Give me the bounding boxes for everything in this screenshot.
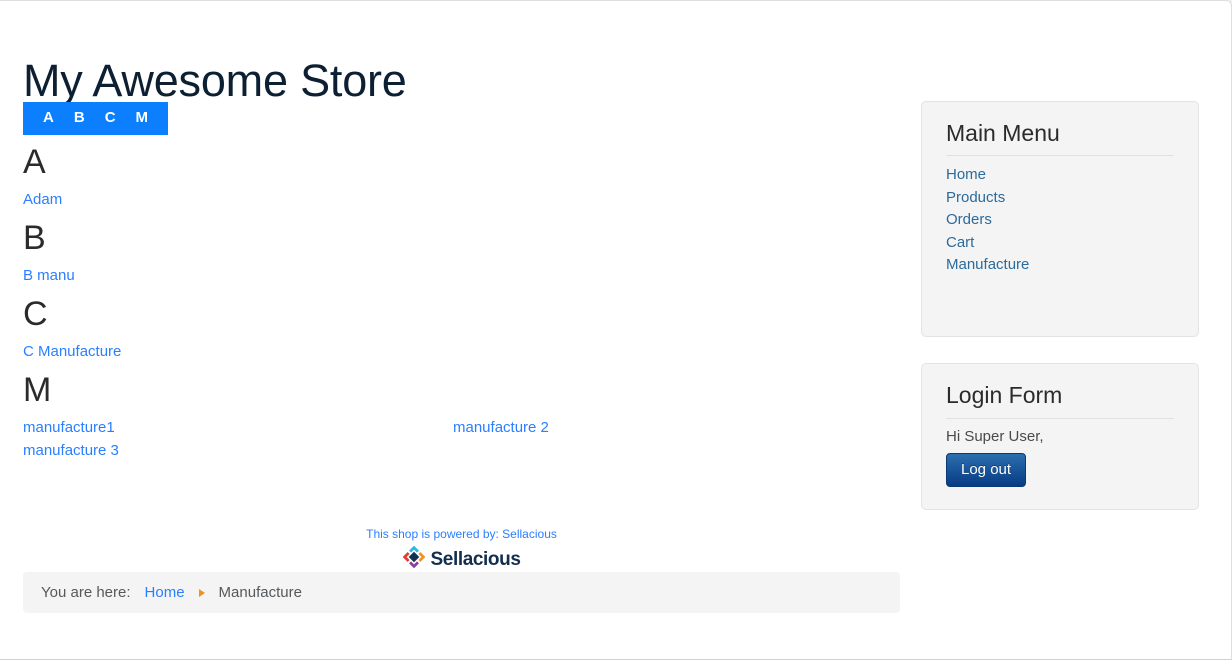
breadcrumb: You are here: Home Manufacture bbox=[23, 572, 900, 613]
manufacturer-row: C Manufacture bbox=[23, 335, 883, 369]
manufacturer-link[interactable]: manufacture 2 bbox=[453, 419, 549, 436]
main-menu-list: Home Products Orders Cart Manufacture bbox=[946, 164, 1174, 277]
sidebar: Main Menu Home Products Orders Cart Manufact… bbox=[921, 101, 1199, 536]
manufacturer-link[interactable]: B manu bbox=[23, 267, 75, 284]
manufacturer-link[interactable]: manufacture 3 bbox=[23, 442, 119, 459]
manufacturer-cell: manufacture 3 bbox=[23, 439, 453, 462]
manufacturer-cell: Adam bbox=[23, 188, 453, 211]
manufacturer-cell: manufacture 2 bbox=[453, 416, 883, 439]
alpha-link-m[interactable]: M bbox=[126, 108, 159, 128]
module-login-form: Login Form Hi Super User, Log out bbox=[921, 363, 1199, 510]
letter-heading: M bbox=[23, 371, 52, 409]
main-menu-link-cart[interactable]: Cart bbox=[946, 232, 1174, 255]
main-menu-link-products[interactable]: Products bbox=[946, 187, 1174, 210]
main-menu-item: Products bbox=[946, 187, 1174, 210]
manufacturer-cell: B manu bbox=[23, 264, 453, 287]
main-menu-item: Home bbox=[946, 164, 1174, 187]
breadcrumb-separator-icon bbox=[198, 588, 205, 597]
main-menu-item: Manufacture bbox=[946, 254, 1174, 277]
manufacturer-cell: C Manufacture bbox=[23, 340, 453, 363]
user-greeting: Hi Super User, bbox=[946, 427, 1044, 445]
manufacturer-cell: manufacture1 bbox=[23, 416, 453, 439]
manufacturer-row: Adam bbox=[23, 183, 883, 217]
main-menu-link-orders[interactable]: Orders bbox=[946, 209, 1174, 232]
letter-group-a: A Adam bbox=[23, 141, 883, 217]
letter-heading: B bbox=[23, 219, 46, 257]
powered-by-footer: This shop is powered by: Sellacious Sell… bbox=[23, 525, 900, 573]
site-title: My Awesome Store bbox=[23, 55, 407, 107]
breadcrumb-label: You are here: bbox=[41, 584, 131, 601]
module-main-menu: Main Menu Home Products Orders Cart Manufact… bbox=[921, 101, 1199, 338]
manufacturer-link[interactable]: manufacture1 bbox=[23, 419, 115, 436]
manufacturer-link[interactable]: Adam bbox=[23, 191, 62, 208]
logout-button[interactable]: Log out bbox=[946, 452, 1027, 487]
sellacious-wordmark: Sellacious bbox=[430, 548, 521, 570]
breadcrumb-link-home[interactable]: Home bbox=[145, 584, 185, 601]
letter-group-m: Mmanufacture1 manufacture 2 manufacture 3 bbox=[23, 369, 883, 468]
manufacturer-link[interactable]: C Manufacture bbox=[23, 343, 121, 360]
letter-heading: C bbox=[23, 295, 48, 333]
letter-heading: A bbox=[23, 143, 46, 181]
alpha-link-a[interactable]: A bbox=[33, 108, 64, 128]
main-menu-item: Cart bbox=[946, 232, 1174, 255]
alphabet-index-bar: ABCM bbox=[23, 102, 169, 135]
main-menu-link-home[interactable]: Home bbox=[946, 164, 1174, 187]
powered-by-link[interactable]: This shop is powered by: Sellacious bbox=[366, 527, 557, 541]
manufacturer-row: B manu bbox=[23, 259, 883, 293]
manufacturer-row: manufacture1 manufacture 2 manufacture 3 bbox=[23, 411, 883, 468]
login-form-title: Login Form bbox=[946, 382, 1174, 419]
page-container: My Awesome Store ABCM A Adam B B manu C C Man… bbox=[0, 0, 1232, 660]
sellacious-brand: Sellacious bbox=[23, 545, 900, 573]
breadcrumb-current: Manufacture bbox=[218, 584, 302, 601]
letter-group-c: C C Manufacture bbox=[23, 293, 883, 369]
alpha-link-b[interactable]: B bbox=[64, 108, 95, 128]
sellacious-logo-icon bbox=[402, 545, 425, 573]
main-menu-item: Orders bbox=[946, 209, 1174, 232]
main-menu-title: Main Menu bbox=[946, 120, 1174, 157]
alpha-link-c[interactable]: C bbox=[95, 108, 126, 128]
main-menu-link-manufacture[interactable]: Manufacture bbox=[946, 254, 1174, 277]
manufacturer-list: A Adam B B manu C C Manufacture Mmanufacture1 m… bbox=[23, 141, 883, 468]
letter-group-b: B B manu bbox=[23, 217, 883, 293]
